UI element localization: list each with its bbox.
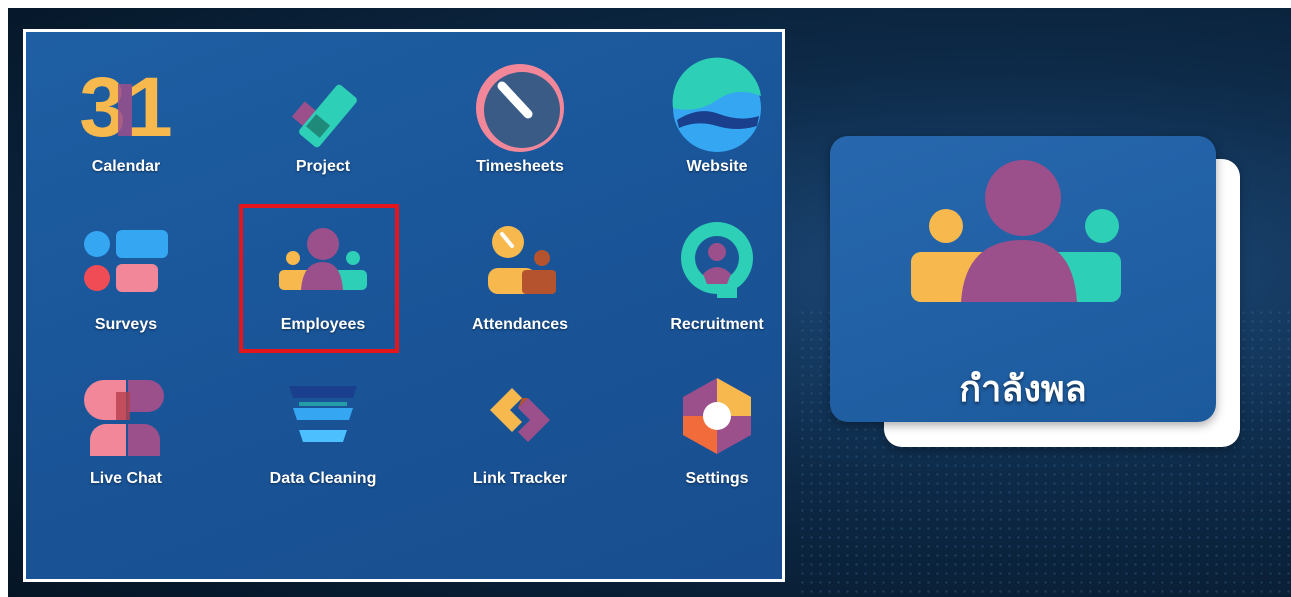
recruitment-icon [681, 222, 753, 298]
surveys-icon [84, 230, 168, 292]
app-label-settings: Settings [685, 470, 749, 487]
app-calendar[interactable]: 31 Calendar [46, 56, 206, 196]
app-label-timesheets: Timesheets [476, 158, 564, 175]
link-tracker-icon [490, 388, 550, 442]
app-data-cleaning[interactable]: Data Cleaning [243, 368, 403, 508]
project-icon [291, 84, 357, 148]
app-label-surveys: Surveys [94, 316, 158, 333]
app-link-tracker[interactable]: Link Tracker [440, 368, 600, 508]
app-live-chat[interactable]: Live Chat [46, 368, 206, 508]
attendances-icon [488, 226, 556, 294]
app-label-website: Website [686, 158, 748, 175]
app-settings[interactable]: Settings [637, 368, 797, 508]
app-label-live-chat: Live Chat [89, 470, 162, 487]
app-label-calendar: Calendar [91, 158, 161, 175]
calendar-icon: 31 [79, 60, 172, 154]
employees-icon [911, 160, 1121, 302]
app-timesheets[interactable]: Timesheets [440, 56, 600, 196]
settings-icon [683, 378, 751, 454]
app-recruitment[interactable]: Recruitment [637, 214, 797, 354]
live-chat-icon [84, 380, 164, 456]
app-attendances[interactable]: Attendances [440, 214, 600, 354]
app-menu-panel: 31 Calendar Project Timesheets Website [23, 29, 785, 582]
app-label-link-tracker: Link Tracker [472, 470, 568, 487]
app-label-recruitment: Recruitment [670, 316, 764, 333]
app-project[interactable]: Project [243, 56, 403, 196]
website-icon [672, 57, 761, 152]
app-label-project: Project [295, 158, 351, 175]
timesheets-icon [476, 64, 564, 152]
data-cleaning-icon [289, 386, 357, 442]
employees-highlight-box [239, 204, 399, 353]
employees-thai-card[interactable]: กำลังพล [830, 136, 1216, 422]
app-label-data-cleaning: Data Cleaning [269, 470, 377, 487]
app-label-attendances: Attendances [471, 316, 569, 333]
card-label: กำลังพล [959, 369, 1087, 410]
app-website[interactable]: Website [637, 56, 797, 196]
app-surveys[interactable]: Surveys [46, 214, 206, 354]
